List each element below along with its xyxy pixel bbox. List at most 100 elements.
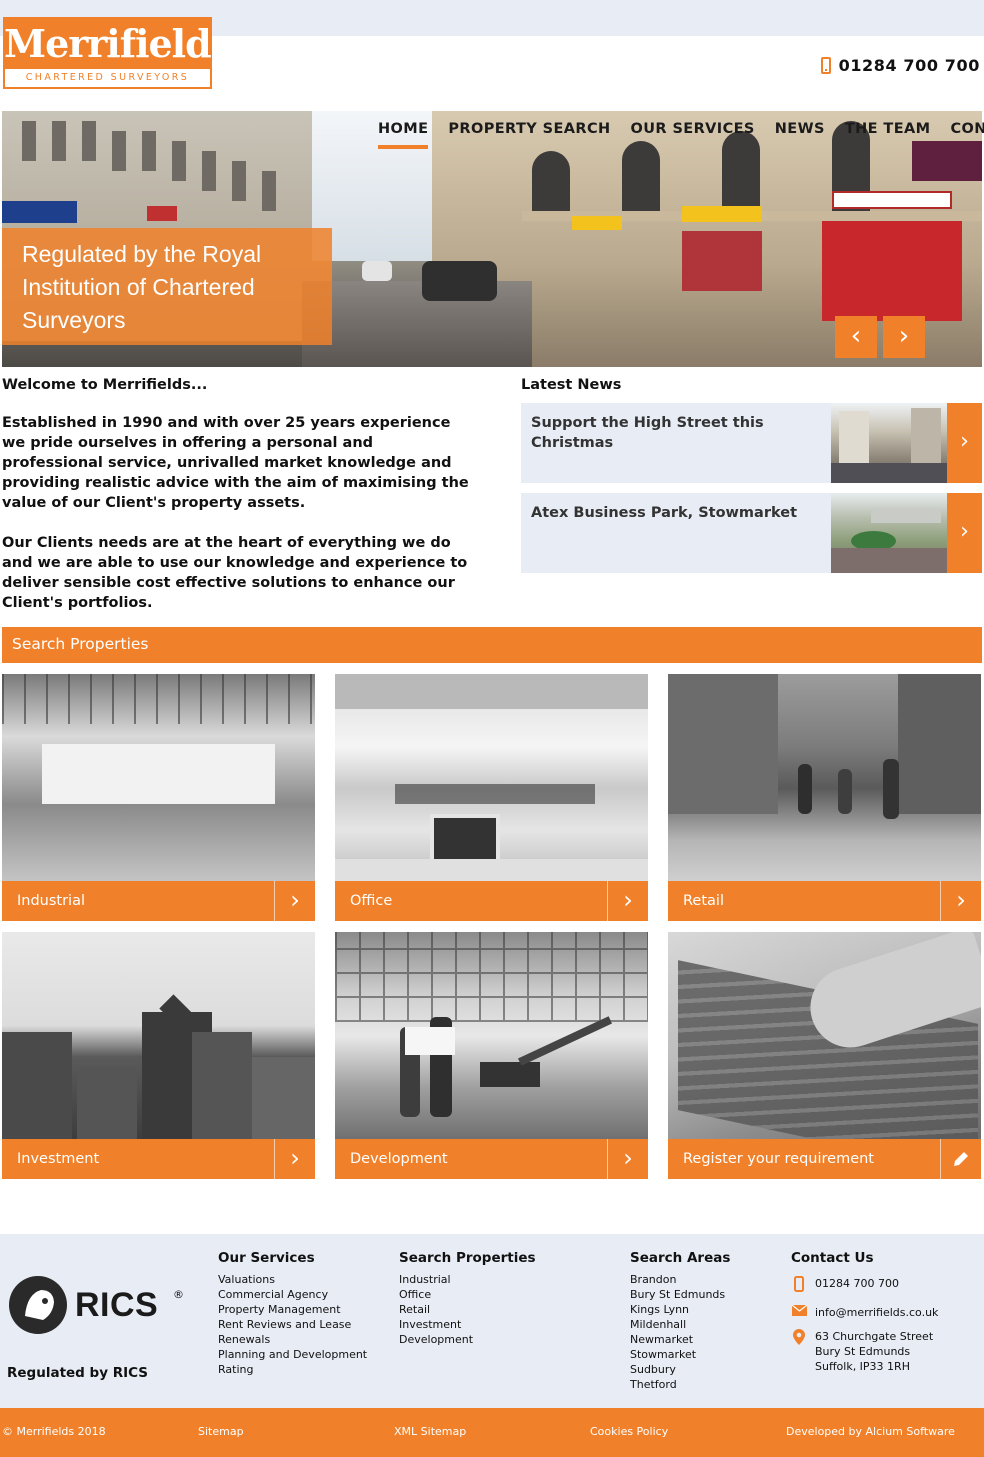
nav-home[interactable]: HOME — [378, 121, 429, 149]
tile-bar[interactable]: Industrial › — [2, 881, 315, 921]
rics-registered-mark: ® — [173, 1288, 184, 1301]
footer-contact-heading: Contact Us — [791, 1250, 874, 1266]
chevron-right-icon[interactable]: › — [274, 1139, 315, 1179]
footer-link[interactable]: Newmarket — [630, 1332, 730, 1347]
rics-logo[interactable]: RICS ® — [7, 1274, 187, 1336]
footer-address: 63 Churchgate Street Bury St Edmunds Suf… — [791, 1329, 938, 1374]
tile-bar[interactable]: Development › — [335, 1139, 648, 1179]
property-tile-retail[interactable]: Retail › — [668, 674, 981, 921]
developer-link[interactable]: Developed by Alcium Software — [786, 1425, 955, 1438]
office-image — [335, 674, 648, 882]
footer-link[interactable]: Office — [399, 1287, 536, 1302]
footer-link[interactable]: Rent Reviews and Lease — [218, 1317, 367, 1332]
rics-text: RICS — [75, 1286, 159, 1324]
investment-image — [2, 932, 315, 1140]
footer-link[interactable]: Investment — [399, 1317, 536, 1332]
news-item-title[interactable]: Support the High Street this Christmas — [531, 413, 821, 453]
news-item-title[interactable]: Atex Business Park, Stowmarket — [531, 503, 821, 523]
regulated-by-rics: Regulated by RICS — [7, 1365, 148, 1381]
footer-areas: Search Areas Brandon Bury St Edmunds Kin… — [630, 1250, 730, 1392]
news-item-link[interactable]: › — [947, 493, 982, 573]
footer-link[interactable]: Stowmarket — [630, 1347, 730, 1362]
envelope-icon — [791, 1304, 807, 1320]
tile-bar[interactable]: Office › — [335, 881, 648, 921]
property-tile-industrial[interactable]: Industrial › — [2, 674, 315, 921]
chevron-right-icon: › — [898, 321, 910, 351]
footer-link[interactable]: Renewals — [218, 1332, 367, 1347]
footer: RICS ® Regulated by RICS Our Services Va… — [0, 1234, 984, 1408]
footer-phone[interactable]: 01284 700 700 — [791, 1276, 938, 1296]
property-tile-development[interactable]: Development › — [335, 932, 648, 1179]
footer-contact: Contact Us 01284 700 700 info@merrifield… — [791, 1250, 938, 1383]
news-thumbnail — [831, 403, 947, 483]
phone-icon — [820, 57, 831, 74]
property-tile-office[interactable]: Office › — [335, 674, 648, 921]
logo[interactable]: Merrifields CHARTERED SURVEYORS — [3, 17, 232, 89]
address-lines: 63 Churchgate Street Bury St Edmunds Suf… — [815, 1329, 933, 1374]
footer-link[interactable]: Valuations — [218, 1272, 367, 1287]
chevron-right-icon: › — [960, 519, 969, 544]
pencil-icon[interactable] — [940, 1139, 981, 1179]
slider-next-button[interactable]: › — [883, 316, 925, 358]
bottom-bar: © Merrifields 2018 Sitemap XML Sitemap C… — [0, 1408, 984, 1457]
footer-link[interactable]: Mildenhall — [630, 1317, 730, 1332]
news-item[interactable]: Support the High Street this Christmas › — [521, 403, 982, 483]
chevron-right-icon[interactable]: › — [607, 881, 648, 921]
nav-news[interactable]: NEWS — [775, 121, 825, 149]
footer-services-heading: Our Services — [218, 1250, 315, 1266]
hero-caption: Regulated by the Royal Institution of Ch… — [2, 228, 332, 345]
footer-link[interactable]: Industrial — [399, 1272, 536, 1287]
footer-link[interactable]: Planning and Development — [218, 1347, 367, 1362]
welcome-heading: Welcome to Merrifields... — [2, 377, 208, 393]
news-item[interactable]: Atex Business Park, Stowmarket › — [521, 493, 982, 573]
footer-properties: Search Properties Industrial Office Reta… — [399, 1250, 536, 1347]
footer-link[interactable]: Property Management — [218, 1302, 367, 1317]
welcome-paragraph-1: Established in 1990 and with over 25 yea… — [2, 415, 469, 511]
chevron-right-icon[interactable]: › — [274, 881, 315, 921]
rics-lion-icon — [9, 1276, 67, 1334]
nav-our-services[interactable]: OUR SERVICES — [631, 121, 755, 149]
nav-contact[interactable]: CONTACT — [950, 121, 984, 149]
footer-link[interactable]: Bury St Edmunds — [630, 1287, 730, 1302]
logo-name: Merrifields — [4, 21, 232, 66]
footer-link[interactable]: Brandon — [630, 1272, 730, 1287]
footer-link[interactable]: Sudbury — [630, 1362, 730, 1377]
footer-link[interactable]: Thetford — [630, 1377, 730, 1392]
property-tile-register[interactable]: Register your requirement — [668, 932, 981, 1179]
tile-label: Office — [350, 893, 393, 909]
tile-label: Register your requirement — [683, 1151, 874, 1167]
news-heading: Latest News — [521, 377, 622, 393]
tile-label: Industrial — [17, 893, 86, 909]
slider-prev-button[interactable]: ‹ — [835, 316, 877, 358]
tile-bar[interactable]: Retail › — [668, 881, 981, 921]
welcome-paragraph-2: Our Clients needs are at the heart of ev… — [2, 535, 468, 611]
development-image — [335, 932, 648, 1140]
footer-link[interactable]: Development — [399, 1332, 536, 1347]
cookies-policy-link[interactable]: Cookies Policy — [590, 1425, 668, 1438]
retail-image — [668, 674, 981, 882]
tile-bar[interactable]: Register your requirement — [668, 1139, 981, 1179]
phone-icon — [791, 1276, 807, 1296]
news-thumbnail — [831, 493, 947, 573]
footer-email[interactable]: info@merrifields.co.uk — [791, 1304, 938, 1320]
footer-link[interactable]: Commercial Agency — [218, 1287, 367, 1302]
footer-link[interactable]: Kings Lynn — [630, 1302, 730, 1317]
chevron-right-icon[interactable]: › — [607, 1139, 648, 1179]
footer-link[interactable]: Rating — [218, 1362, 367, 1377]
chevron-right-icon[interactable]: › — [940, 881, 981, 921]
logo-tagline: CHARTERED SURVEYORS — [5, 69, 210, 87]
register-image — [668, 932, 981, 1174]
footer-link[interactable]: Retail — [399, 1302, 536, 1317]
nav-the-team[interactable]: THE TEAM — [845, 121, 931, 149]
footer-areas-heading: Search Areas — [630, 1250, 731, 1266]
nav-property-search[interactable]: PROPERTY SEARCH — [448, 121, 610, 149]
header-phone[interactable]: 01284 700 700 — [820, 56, 980, 75]
tile-bar[interactable]: Investment › — [2, 1139, 315, 1179]
property-tile-investment[interactable]: Investment › — [2, 932, 315, 1179]
news-item-link[interactable]: › — [947, 403, 982, 483]
sitemap-link[interactable]: Sitemap — [198, 1425, 244, 1438]
xml-sitemap-link[interactable]: XML Sitemap — [394, 1425, 466, 1438]
industrial-image — [2, 674, 315, 882]
chevron-left-icon: ‹ — [850, 321, 862, 351]
footer-phone-number: 01284 700 700 — [815, 1277, 899, 1290]
